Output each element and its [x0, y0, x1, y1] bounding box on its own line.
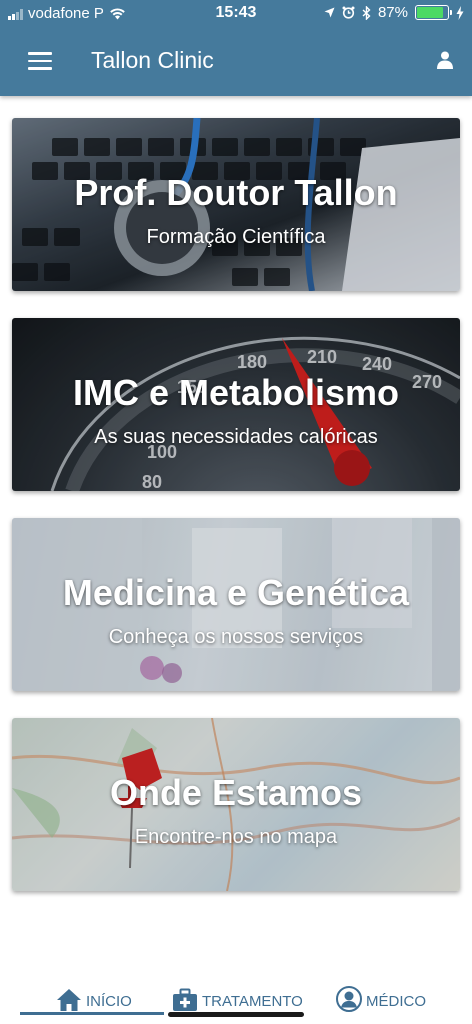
menu-button[interactable] — [28, 52, 52, 70]
card-subtitle: Formação Científica — [146, 226, 326, 248]
status-bar: vodafone P 15:43 87% — [0, 0, 472, 28]
card-medicine-genetics[interactable]: Medicina e Genética Conheça os nossos se… — [12, 518, 460, 691]
tab-label: TRATAMENTO — [202, 993, 303, 1010]
tab-medico[interactable]: MÉDICO — [336, 972, 426, 1012]
hamburger-icon-line — [28, 52, 52, 55]
alarm-icon — [342, 6, 355, 19]
card-title: Prof. Doutor Tallon — [74, 172, 398, 213]
card-subtitle: As suas necessidades calóricas — [94, 426, 378, 448]
card-subtitle: Encontre-nos no mapa — [134, 826, 338, 848]
card-title: Onde Estamos — [109, 772, 363, 813]
battery-percent: 87% — [377, 4, 408, 21]
hamburger-icon-line — [28, 59, 52, 62]
charging-icon — [456, 5, 464, 20]
card-title: Medicina e Genética — [62, 572, 410, 613]
page-title: Tallon Clinic — [91, 47, 214, 73]
tab-label: MÉDICO — [366, 993, 426, 1010]
app-header: vodafone P 15:43 87% Tallon Clinic — [0, 0, 472, 96]
location-icon — [324, 7, 335, 18]
bluetooth-icon — [362, 5, 371, 20]
battery-fill — [417, 7, 444, 18]
home-indicator — [168, 1012, 304, 1017]
card-doctor[interactable]: Prof. Doutor Tallon Formação Científica — [12, 118, 460, 291]
card-title: IMC e Metabolismo — [72, 372, 400, 413]
medical-kit-icon — [173, 988, 197, 1011]
status-right: 87% — [324, 4, 464, 21]
card-location[interactable]: Onde Estamos Encontre-nos no mapa — [12, 718, 460, 891]
tab-tratamento[interactable]: TRATAMENTO — [172, 972, 303, 1012]
battery-icon — [415, 5, 452, 20]
hamburger-icon-line — [28, 67, 52, 70]
doctor-avatar-icon — [336, 986, 362, 1012]
tab-inicio[interactable]: INÍCIO — [56, 972, 132, 1012]
active-tab-indicator — [20, 1012, 164, 1015]
card-bmi-metabolism[interactable]: 80 100 150 180 210 240 270 IMC e Metabolismo A… — [12, 318, 460, 491]
card-subtitle: Conheça os nossos serviços — [108, 626, 364, 648]
tab-label: INÍCIO — [86, 993, 132, 1010]
user-icon[interactable] — [436, 50, 454, 70]
home-icon — [57, 989, 81, 1011]
